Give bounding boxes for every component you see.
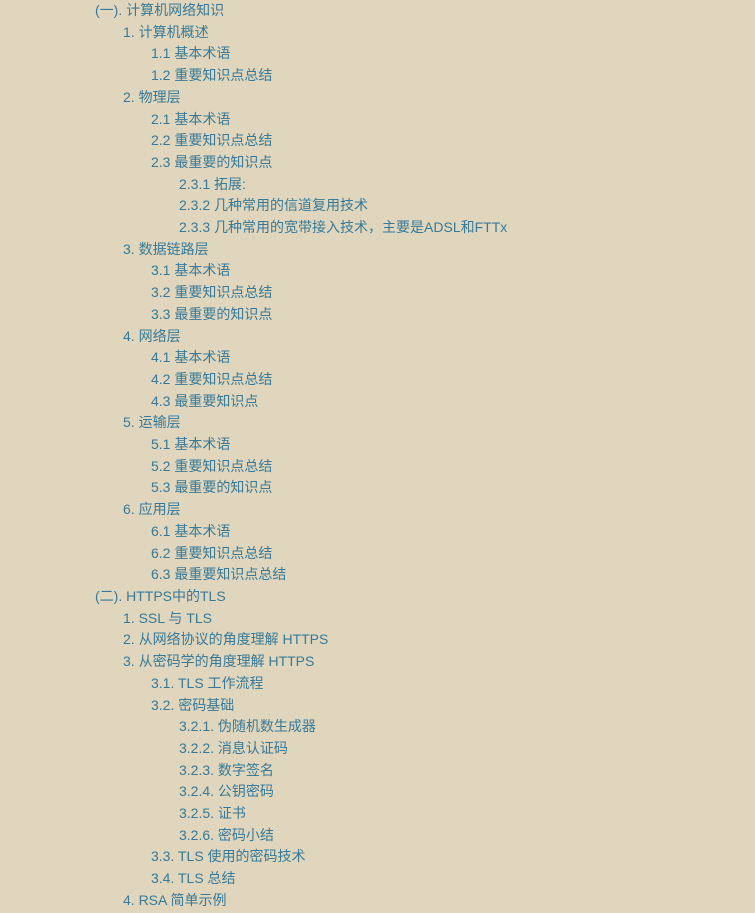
toc-item: 6.3 最重要知识点总结	[151, 564, 755, 586]
toc-item: 3.3. TLS 使用的密码技术	[151, 846, 755, 868]
toc-item: 3.3 最重要的知识点	[151, 304, 755, 326]
toc-link[interactable]: 3.2.4. 公钥密码	[179, 781, 274, 803]
toc-link[interactable]: 3. 从密码学的角度理解 HTTPS	[123, 651, 314, 673]
toc-link[interactable]: 4. 网络层	[123, 326, 181, 348]
toc-sublist: 3.2.1. 伪随机数生成器3.2.2. 消息认证码3.2.3. 数字签名3.2…	[151, 716, 755, 846]
toc-item: 3. 数据链路层3.1 基本术语3.2 重要知识点总结3.3 最重要的知识点	[123, 239, 755, 326]
toc-link[interactable]: 1. 计算机概述	[123, 22, 209, 44]
toc-link[interactable]: (二). HTTPS中的TLS	[95, 586, 226, 608]
toc-item: 2.3 最重要的知识点2.3.1 拓展:2.3.2 几种常用的信道复用技术2.3…	[151, 152, 755, 239]
toc-item: 6. 应用层6.1 基本术语6.2 重要知识点总结6.3 最重要知识点总结	[123, 499, 755, 586]
toc-link[interactable]: 3.2 重要知识点总结	[151, 282, 272, 304]
toc-link[interactable]: 6.3 最重要知识点总结	[151, 564, 286, 586]
toc-item: 5. 运输层5.1 基本术语5.2 重要知识点总结5.3 最重要的知识点	[123, 412, 755, 499]
toc-item: 5.3 最重要的知识点	[151, 477, 755, 499]
toc-link[interactable]: 1.1 基本术语	[151, 43, 230, 65]
toc-sublist: 6.1 基本术语6.2 重要知识点总结6.3 最重要知识点总结	[123, 521, 755, 586]
toc-link[interactable]: 3. 数据链路层	[123, 239, 209, 261]
toc-link[interactable]: 1.2 重要知识点总结	[151, 65, 272, 87]
toc-link[interactable]: 5.2 重要知识点总结	[151, 456, 272, 478]
toc-link[interactable]: 3.2.6. 密码小结	[179, 825, 274, 847]
toc-link[interactable]: 4.2 重要知识点总结	[151, 369, 272, 391]
toc-item: 5.2 重要知识点总结	[151, 456, 755, 478]
toc-link[interactable]: 5.3 最重要的知识点	[151, 477, 272, 499]
toc-item: (一). 计算机网络知识1. 计算机概述1.1 基本术语1.2 重要知识点总结2…	[95, 0, 755, 586]
toc-sublist: 1. 计算机概述1.1 基本术语1.2 重要知识点总结2. 物理层2.1 基本术…	[95, 22, 755, 586]
toc-link[interactable]: 3.3 最重要的知识点	[151, 304, 272, 326]
toc-link[interactable]: 3.3. TLS 使用的密码技术	[151, 846, 306, 868]
toc-sublist: 2.3.1 拓展:2.3.2 几种常用的信道复用技术2.3.3 几种常用的宽带接…	[151, 174, 755, 239]
toc-link[interactable]: 3.2.5. 证书	[179, 803, 246, 825]
toc-item: 3.2.2. 消息认证码	[179, 738, 755, 760]
toc-link[interactable]: 3.4. TLS 总结	[151, 868, 236, 890]
table-of-contents: (一). 计算机网络知识1. 计算机概述1.1 基本术语1.2 重要知识点总结2…	[0, 0, 755, 912]
toc-item: 3.2 重要知识点总结	[151, 282, 755, 304]
toc-link[interactable]: (一). 计算机网络知识	[95, 0, 224, 22]
toc-link[interactable]: 2.3.2 几种常用的信道复用技术	[179, 195, 368, 217]
toc-link[interactable]: 2.1 基本术语	[151, 109, 230, 131]
toc-item: 3.2.4. 公钥密码	[179, 781, 755, 803]
toc-link[interactable]: 5. 运输层	[123, 412, 181, 434]
toc-item: 2.3.1 拓展:	[179, 174, 755, 196]
toc-link[interactable]: 3.2.3. 数字签名	[179, 760, 274, 782]
toc-link[interactable]: 3.1. TLS 工作流程	[151, 673, 264, 695]
toc-link[interactable]: 6. 应用层	[123, 499, 181, 521]
toc-item: 4.1 基本术语	[151, 347, 755, 369]
toc-link[interactable]: 2.3.1 拓展:	[179, 174, 246, 196]
toc-link[interactable]: 6.2 重要知识点总结	[151, 543, 272, 565]
toc-item: 2. 物理层2.1 基本术语2.2 重要知识点总结2.3 最重要的知识点2.3.…	[123, 87, 755, 239]
toc-link[interactable]: 4.1 基本术语	[151, 347, 230, 369]
toc-link[interactable]: 4. RSA 简单示例	[123, 890, 226, 912]
toc-item: 3.2.1. 伪随机数生成器	[179, 716, 755, 738]
toc-link[interactable]: 2.3.3 几种常用的宽带接入技术，主要是ADSL和FTTx	[179, 217, 507, 239]
toc-link[interactable]: 3.2.1. 伪随机数生成器	[179, 716, 316, 738]
toc-item: 4.3 最重要知识点	[151, 391, 755, 413]
toc-root-list: (一). 计算机网络知识1. 计算机概述1.1 基本术语1.2 重要知识点总结2…	[0, 0, 755, 912]
toc-item: 3.2.5. 证书	[179, 803, 755, 825]
toc-link[interactable]: 2.2 重要知识点总结	[151, 130, 272, 152]
toc-sublist: 3.1 基本术语3.2 重要知识点总结3.3 最重要的知识点	[123, 260, 755, 325]
toc-item: 4. RSA 简单示例	[123, 890, 755, 912]
toc-item: 6.2 重要知识点总结	[151, 543, 755, 565]
toc-item: 3.2. 密码基础3.2.1. 伪随机数生成器3.2.2. 消息认证码3.2.3…	[151, 695, 755, 847]
toc-link[interactable]: 3.2.2. 消息认证码	[179, 738, 288, 760]
toc-item: 2.3.2 几种常用的信道复用技术	[179, 195, 755, 217]
toc-item: 1. SSL 与 TLS	[123, 608, 755, 630]
toc-sublist: 2.1 基本术语2.2 重要知识点总结2.3 最重要的知识点2.3.1 拓展:2…	[123, 109, 755, 239]
toc-link[interactable]: 1. SSL 与 TLS	[123, 608, 212, 630]
toc-item: 3.2.3. 数字签名	[179, 760, 755, 782]
toc-item: 1.1 基本术语	[151, 43, 755, 65]
toc-item: 2.3.3 几种常用的宽带接入技术，主要是ADSL和FTTx	[179, 217, 755, 239]
toc-item: 4.2 重要知识点总结	[151, 369, 755, 391]
toc-link[interactable]: 6.1 基本术语	[151, 521, 230, 543]
toc-item: 2.2 重要知识点总结	[151, 130, 755, 152]
toc-item: 3.2.6. 密码小结	[179, 825, 755, 847]
toc-item: 3.1. TLS 工作流程	[151, 673, 755, 695]
toc-link[interactable]: 2. 物理层	[123, 87, 181, 109]
toc-sublist: 3.1. TLS 工作流程3.2. 密码基础3.2.1. 伪随机数生成器3.2.…	[123, 673, 755, 890]
toc-sublist: 4.1 基本术语4.2 重要知识点总结4.3 最重要知识点	[123, 347, 755, 412]
toc-item: 3.4. TLS 总结	[151, 868, 755, 890]
toc-item: (二). HTTPS中的TLS1. SSL 与 TLS2. 从网络协议的角度理解…	[95, 586, 755, 912]
toc-item: 1. 计算机概述1.1 基本术语1.2 重要知识点总结	[123, 22, 755, 87]
toc-link[interactable]: 4.3 最重要知识点	[151, 391, 258, 413]
toc-link[interactable]: 3.1 基本术语	[151, 260, 230, 282]
toc-item: 1.2 重要知识点总结	[151, 65, 755, 87]
toc-item: 3. 从密码学的角度理解 HTTPS3.1. TLS 工作流程3.2. 密码基础…	[123, 651, 755, 890]
toc-link[interactable]: 2.3 最重要的知识点	[151, 152, 272, 174]
toc-sublist: 1.1 基本术语1.2 重要知识点总结	[123, 43, 755, 86]
toc-item: 4. 网络层4.1 基本术语4.2 重要知识点总结4.3 最重要知识点	[123, 326, 755, 413]
toc-item: 2.1 基本术语	[151, 109, 755, 131]
toc-link[interactable]: 3.2. 密码基础	[151, 695, 234, 717]
toc-item: 6.1 基本术语	[151, 521, 755, 543]
toc-item: 3.1 基本术语	[151, 260, 755, 282]
toc-link[interactable]: 5.1 基本术语	[151, 434, 230, 456]
toc-sublist: 1. SSL 与 TLS2. 从网络协议的角度理解 HTTPS3. 从密码学的角…	[95, 608, 755, 912]
toc-item: 2. 从网络协议的角度理解 HTTPS	[123, 629, 755, 651]
toc-item: 5.1 基本术语	[151, 434, 755, 456]
toc-link[interactable]: 2. 从网络协议的角度理解 HTTPS	[123, 629, 328, 651]
toc-sublist: 5.1 基本术语5.2 重要知识点总结5.3 最重要的知识点	[123, 434, 755, 499]
